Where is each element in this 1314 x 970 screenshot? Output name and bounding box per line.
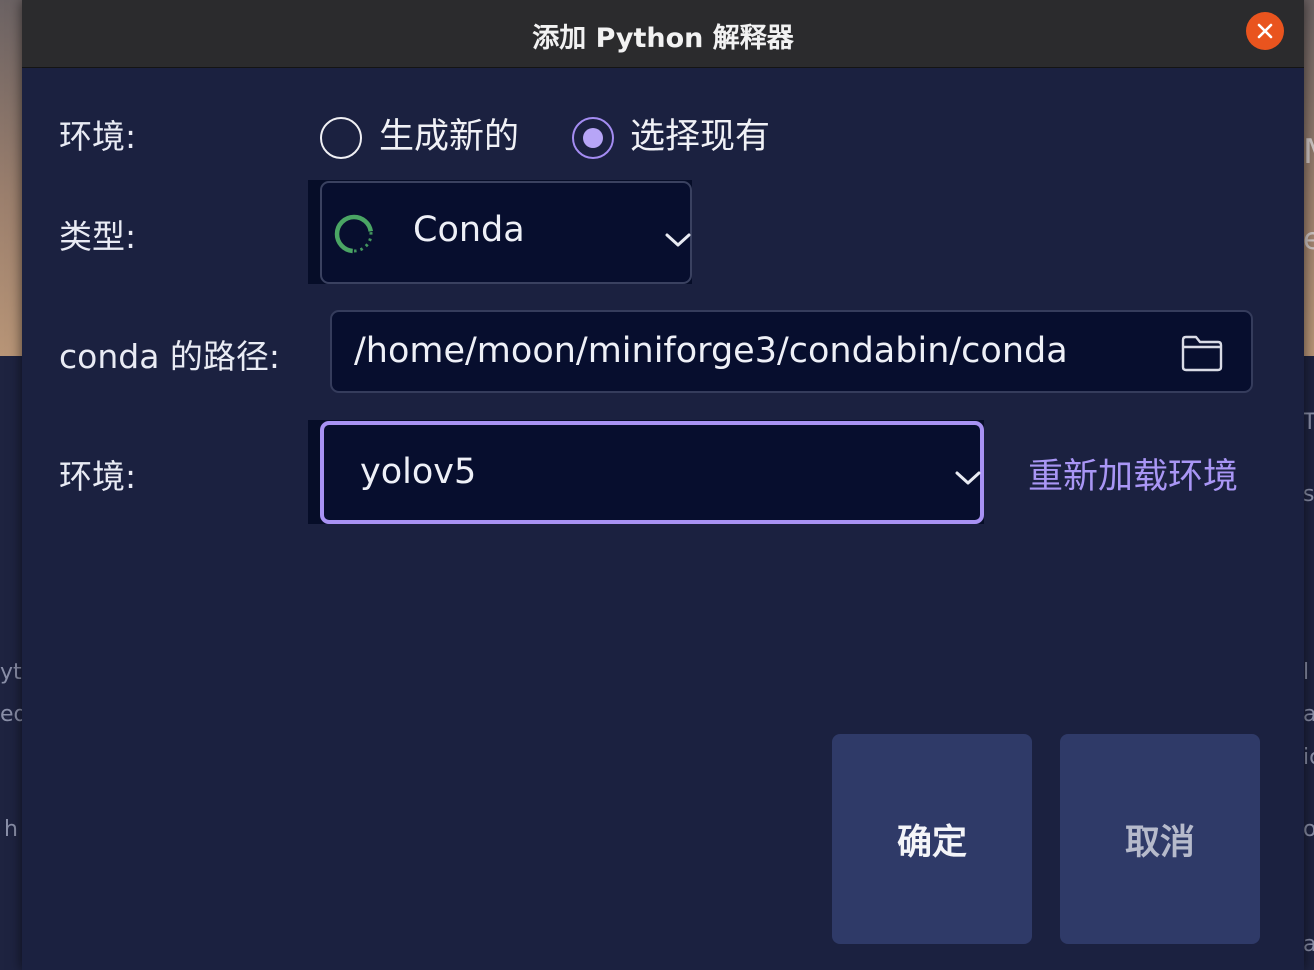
background-text-fragment: s bbox=[1303, 482, 1314, 507]
background-text-fragment: o bbox=[1303, 817, 1314, 842]
reload-environments-link[interactable]: 重新加载环境 bbox=[1028, 448, 1238, 499]
radio-generate-new-label[interactable]: 生成新的 bbox=[379, 108, 519, 159]
radio-selected-dot bbox=[583, 128, 603, 148]
conda-path-field[interactable]: /home/moon/miniforge3/condabin/conda bbox=[330, 310, 1253, 393]
conda-icon bbox=[334, 214, 374, 254]
chevron-down-icon bbox=[955, 471, 981, 485]
type-combo-value: Conda bbox=[413, 210, 525, 250]
background-text-fragment: a bbox=[1303, 932, 1314, 957]
cancel-button[interactable]: 取消 bbox=[1060, 734, 1260, 944]
chevron-down-icon bbox=[665, 233, 691, 247]
close-icon bbox=[1257, 23, 1273, 39]
background-text-fragment: M bbox=[1303, 132, 1314, 172]
ok-button[interactable]: 确定 bbox=[832, 734, 1032, 944]
background-text-fragment: a bbox=[1303, 702, 1314, 727]
env-label: 环境: bbox=[59, 457, 137, 496]
env-mode-label: 环境: bbox=[59, 117, 137, 156]
close-button[interactable] bbox=[1246, 12, 1284, 50]
radio-select-existing[interactable] bbox=[572, 117, 614, 159]
background-text-fragment: ic bbox=[1303, 745, 1314, 770]
dialog-titlebar[interactable]: 添加 Python 解释器 bbox=[22, 0, 1304, 68]
conda-path-label: conda 的路径: bbox=[59, 337, 281, 376]
conda-path-value: /home/moon/miniforge3/condabin/conda bbox=[354, 331, 1068, 371]
radio-select-existing-label[interactable]: 选择现有 bbox=[630, 108, 770, 159]
env-combo[interactable]: yolov5 bbox=[320, 421, 984, 524]
radio-generate-new[interactable] bbox=[320, 117, 362, 159]
type-combo[interactable]: Conda bbox=[320, 181, 692, 284]
background-text-fragment: T bbox=[1303, 410, 1314, 435]
env-combo-value: yolov5 bbox=[360, 452, 477, 492]
background-text-fragment: h bbox=[4, 817, 18, 842]
add-python-interpreter-dialog: 添加 Python 解释器 环境: 生成新的 选择现有 类型: Conda co… bbox=[22, 0, 1304, 970]
background-text-fragment: e bbox=[1303, 222, 1314, 257]
dialog-title: 添加 Python 解释器 bbox=[532, 23, 794, 54]
type-label: 类型: bbox=[59, 217, 137, 256]
folder-icon[interactable] bbox=[1180, 334, 1224, 372]
